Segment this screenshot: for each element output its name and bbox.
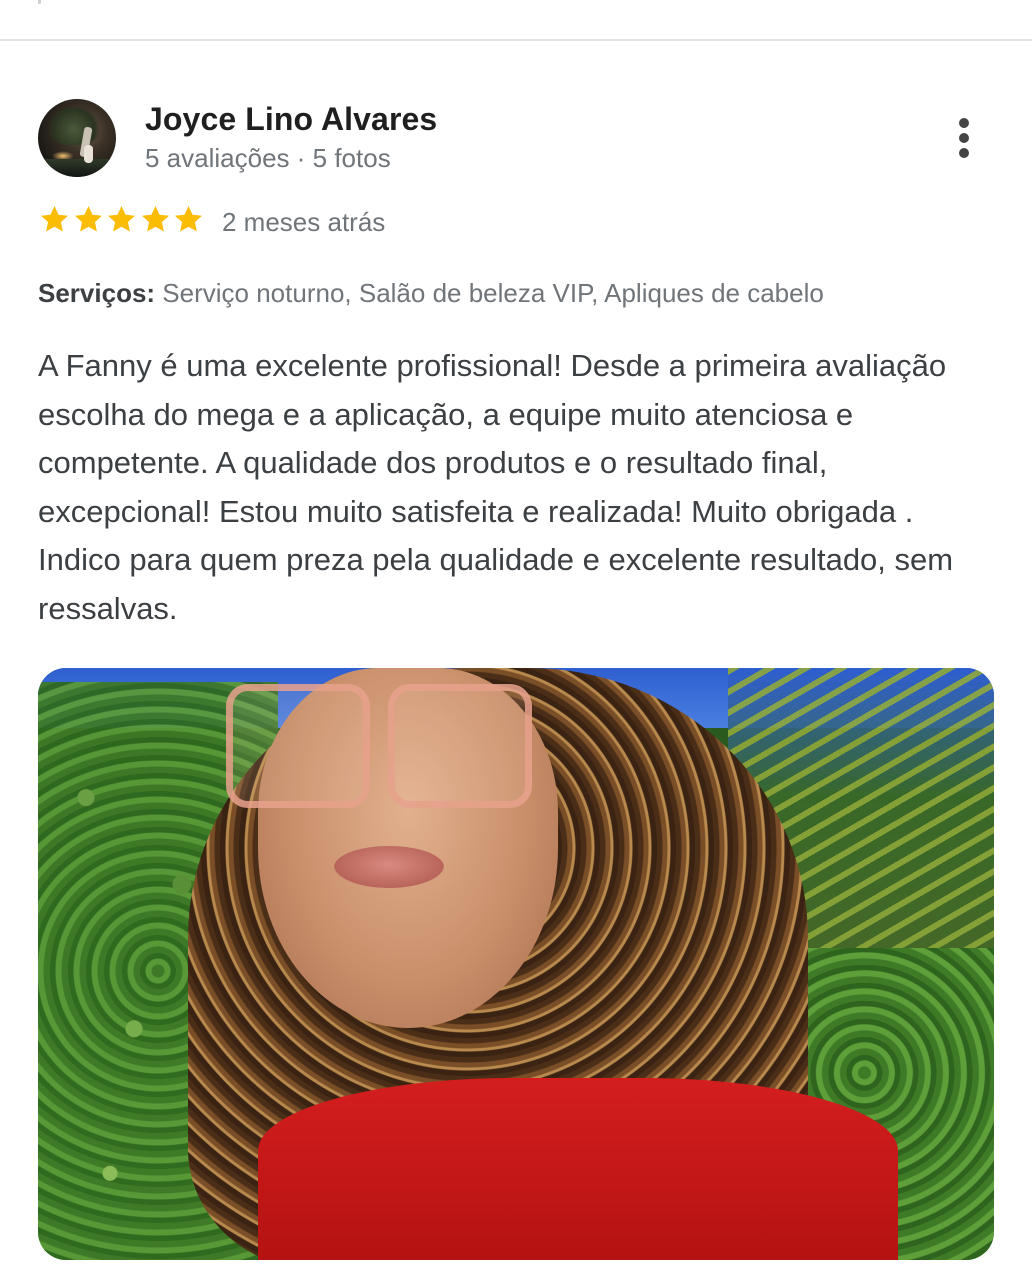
- review-text: A Fanny é uma excelente profissional! De…: [38, 348, 954, 626]
- star-icon: [38, 203, 72, 239]
- photo-lips: [334, 846, 444, 888]
- avatar-ground: [38, 159, 116, 177]
- reviewer-name[interactable]: Joyce Lino Alvares: [145, 101, 437, 138]
- photo-sweater: [258, 1078, 898, 1260]
- avatar-person: [84, 145, 93, 163]
- photo-glasses-left: [226, 684, 370, 808]
- star-icon: [72, 203, 106, 239]
- scroll-remnant: [38, 0, 41, 4]
- review-date: 2 meses atrás: [222, 207, 386, 237]
- top-bar: [0, 0, 1032, 40]
- more-vert-icon: [959, 133, 969, 143]
- review-photo[interactable]: [38, 668, 994, 1260]
- star-rating: [38, 203, 206, 239]
- divider: [0, 39, 1032, 41]
- more-vert-icon: [959, 118, 969, 128]
- reviewer-meta: 5 avaliações · 5 fotos: [145, 143, 391, 173]
- star-icon: [139, 203, 173, 239]
- avatar-tree: [48, 107, 100, 145]
- star-icon: [105, 203, 139, 239]
- services-line: Serviços: Serviço noturno, Salão de bele…: [38, 278, 824, 309]
- star-icon: [172, 203, 206, 239]
- avatar[interactable]: [38, 99, 116, 177]
- more-vert-icon: [959, 148, 969, 158]
- services-value: Serviço noturno, Salão de beleza VIP, Ap…: [155, 278, 824, 308]
- services-label: Serviços:: [38, 278, 156, 308]
- photo-glasses-right: [388, 684, 532, 808]
- more-options-button[interactable]: [944, 114, 984, 162]
